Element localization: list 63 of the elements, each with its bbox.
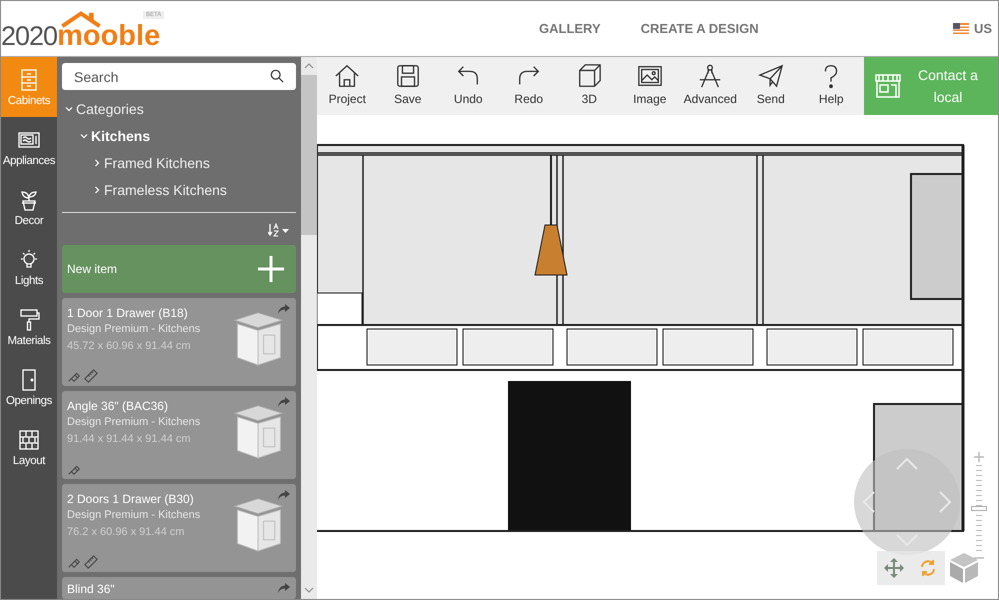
paper-plane-icon bbox=[758, 63, 784, 89]
house-icon bbox=[334, 63, 360, 89]
search-field[interactable]: Search bbox=[62, 63, 296, 90]
logo-number: 2020 bbox=[1, 20, 58, 50]
zoom-slider-thumb[interactable] bbox=[971, 506, 987, 511]
product-name: Blind 36" bbox=[67, 581, 115, 597]
brick-wall-icon bbox=[17, 428, 41, 452]
chevron-icon bbox=[65, 104, 73, 112]
nav-link[interactable]: CREATE A DESIGN bbox=[640, 21, 759, 36]
toolbar-button[interactable]: 3D bbox=[559, 57, 620, 115]
product-collection: Design Premium - Kitchens bbox=[67, 322, 200, 337]
category-tab[interactable]: Openings bbox=[1, 357, 57, 417]
product-dimensions: 76.2 x 60.96 x 91.44 cm bbox=[67, 525, 186, 540]
toolbar-button[interactable]: Help bbox=[801, 57, 862, 115]
category-tab[interactable]: Decor bbox=[1, 177, 57, 237]
category-tab[interactable]: Materials bbox=[1, 297, 57, 357]
logo-word: mooble bbox=[57, 20, 160, 50]
product-collection: Design Premium - Kitchens bbox=[67, 415, 200, 430]
chevron-icon bbox=[80, 132, 88, 140]
locale-label[interactable]: US bbox=[974, 21, 992, 36]
tree-item[interactable]: Frameless Kitchens bbox=[93, 182, 227, 198]
share-arrow-icon[interactable] bbox=[278, 583, 290, 593]
tree-item[interactable]: Categories bbox=[65, 100, 144, 116]
product-dimensions: 91.44 x 91.44 x 91.44 cm bbox=[67, 432, 192, 447]
toolbar-button[interactable]: Undo bbox=[438, 57, 498, 115]
product-dimensions: 45.72 x 60.96 x 91.44 cm bbox=[67, 339, 192, 354]
toolbar-button[interactable]: Project bbox=[317, 57, 378, 115]
tree-item[interactable]: Framed Kitchens bbox=[93, 154, 210, 170]
tree-item[interactable]: Kitchens bbox=[80, 128, 150, 144]
new-item-button[interactable]: New item bbox=[62, 245, 296, 293]
view-cube-icon[interactable] bbox=[949, 552, 979, 584]
product-name: 2 Doors 1 Drawer (B30) bbox=[67, 491, 195, 507]
product-name: Angle 36" (BAC36) bbox=[67, 398, 169, 414]
toolbar-button[interactable]: Save bbox=[378, 57, 438, 115]
scroll-down-icon[interactable] bbox=[304, 587, 314, 593]
scrollbar-thumb[interactable] bbox=[301, 75, 317, 235]
sort-alphabetical-icon[interactable] bbox=[268, 223, 292, 237]
nav-link[interactable]: GALLERY bbox=[539, 21, 601, 36]
ruler-icon[interactable] bbox=[84, 369, 98, 383]
ruler-icon[interactable] bbox=[84, 555, 98, 569]
category-tab[interactable]: Layout bbox=[1, 417, 57, 477]
toolbar-button[interactable]: Redo bbox=[498, 57, 559, 115]
share-arrow-icon[interactable] bbox=[278, 304, 290, 314]
toolbar-button[interactable]: Advanced bbox=[680, 57, 740, 115]
scroll-up-icon[interactable] bbox=[304, 63, 314, 69]
share-arrow-icon[interactable] bbox=[278, 490, 290, 500]
chevron-icon bbox=[93, 186, 101, 194]
zoom-in-icon[interactable] bbox=[974, 452, 984, 462]
share-arrow-icon[interactable] bbox=[278, 397, 290, 407]
search-icon bbox=[270, 69, 284, 83]
toolbar-button[interactable]: Image bbox=[620, 57, 680, 115]
zoom-out-icon[interactable] bbox=[974, 556, 984, 560]
flag-icon bbox=[952, 23, 969, 34]
category-tab[interactable]: Lights bbox=[1, 237, 57, 297]
product-name: 1 Door 1 Drawer (B18) bbox=[67, 305, 189, 321]
toolbar-button[interactable]: Send bbox=[740, 57, 801, 115]
storefront-icon bbox=[874, 73, 902, 99]
product-collection: Design Premium - Kitchens bbox=[67, 508, 200, 523]
chevron-icon bbox=[93, 158, 101, 166]
plus-icon bbox=[258, 256, 284, 282]
picture-icon bbox=[636, 63, 663, 89]
category-tab[interactable]: Appliances bbox=[1, 117, 57, 177]
cube-icon bbox=[576, 63, 602, 89]
